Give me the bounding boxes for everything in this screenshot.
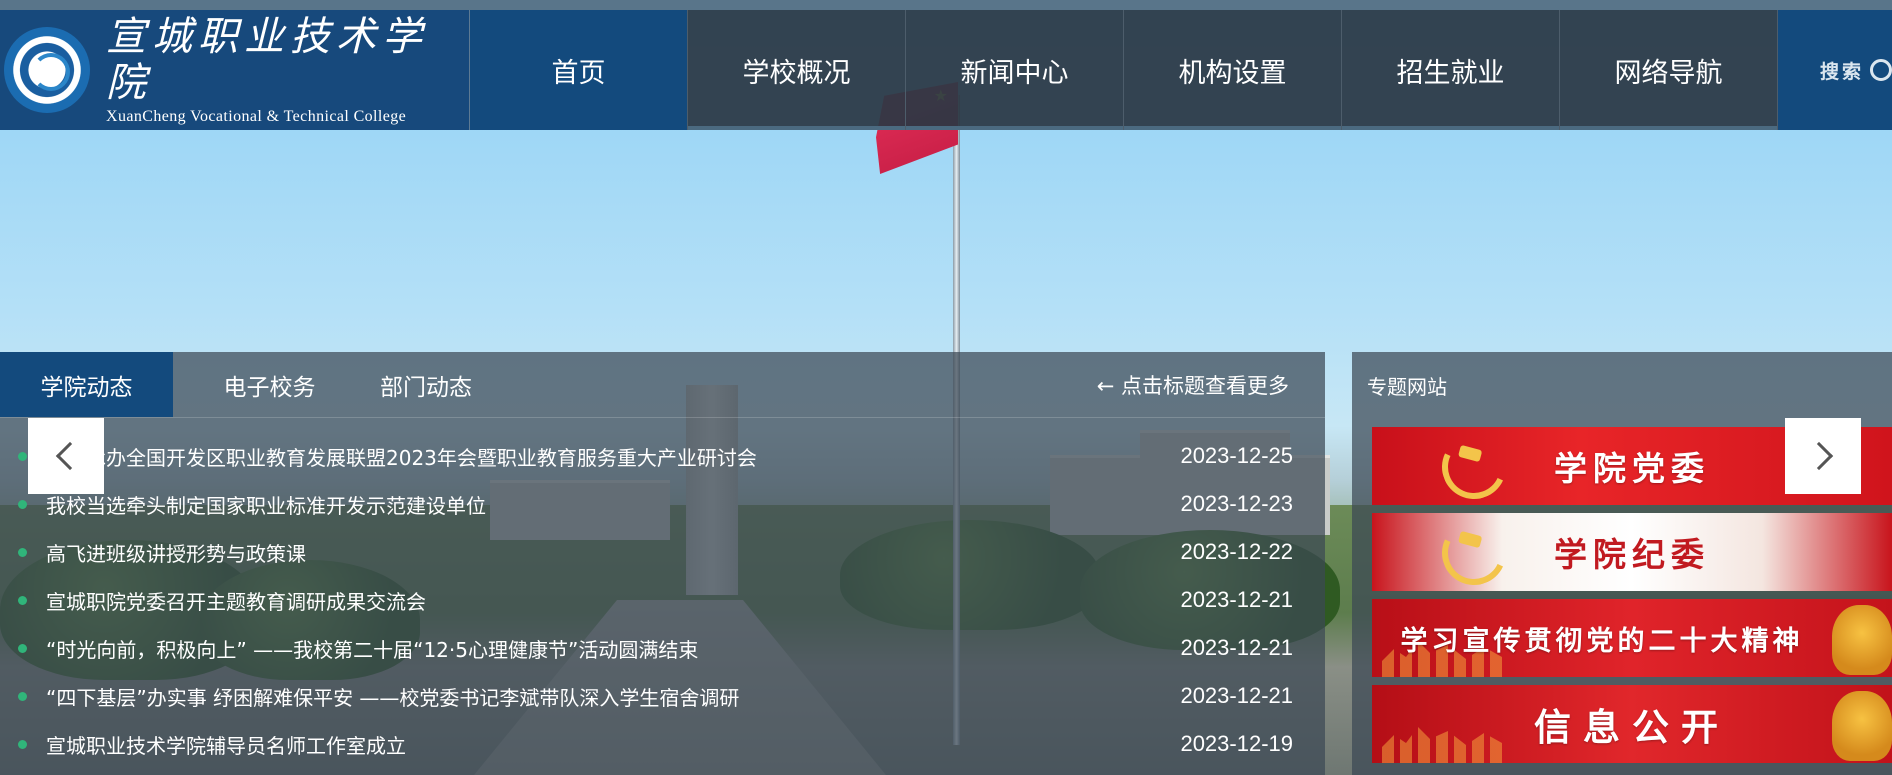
- news-date: 2023-12-22: [1180, 539, 1293, 564]
- more-hint: ← 点击标题查看更多: [1096, 373, 1289, 398]
- news-title[interactable]: 我校承办全国开发区职业教育发展联盟2023年会暨职业教育服务重大产业研讨会: [46, 442, 1160, 471]
- news-title[interactable]: 高飞进班级讲授形势与政策课: [46, 538, 1160, 567]
- nav-news-center[interactable]: 新闻中心: [906, 10, 1124, 130]
- main-nav: 首页 学校概况 新闻中心 机构设置 招生就业 网络导航: [470, 10, 1778, 130]
- carousel-next-button[interactable]: [1785, 418, 1861, 494]
- banner-information-disclosure[interactable]: 信息公开: [1372, 685, 1892, 763]
- tab-e-affairs[interactable]: 电子校务: [173, 352, 366, 417]
- banner-label: 学习宣传贯彻党的二十大精神: [1400, 625, 1804, 657]
- banner-college-discipline-committee[interactable]: 学院纪委: [1372, 513, 1892, 591]
- top-strip: [0, 0, 1892, 10]
- topic-panel: 专题网站 学院党委 学院纪委 学习宣传贯彻党的二十大精神 信息公开: [1352, 352, 1892, 775]
- banner-label: 学院党委: [1554, 449, 1710, 488]
- bullet-icon: [18, 740, 27, 749]
- nav-school-overview[interactable]: 学校概况: [688, 10, 906, 130]
- chevron-left-icon: [55, 441, 85, 471]
- nav-admissions-employment[interactable]: 招生就业: [1342, 10, 1560, 130]
- bullet-icon: [18, 548, 27, 557]
- logo-text: 宣城职业技术学院 XuanCheng Vocational & Technica…: [106, 14, 469, 126]
- topic-panel-title: 专题网站: [1367, 374, 1447, 399]
- search-icon: [1870, 59, 1892, 81]
- news-title[interactable]: 我校当选牵头制定国家职业标准开发示范建设单位: [46, 490, 1160, 519]
- news-item[interactable]: 我校承办全国开发区职业教育发展联盟2023年会暨职业教育服务重大产业研讨会 20…: [0, 432, 1325, 480]
- bullet-icon: [18, 500, 27, 509]
- party-emblem-icon: [1432, 513, 1516, 591]
- news-list: 我校承办全国开发区职业教育发展联盟2023年会暨职业教育服务重大产业研讨会 20…: [0, 418, 1325, 768]
- news-item[interactable]: 宣城职业技术学院辅导员名师工作室成立 2023-12-19: [0, 720, 1325, 768]
- logo[interactable]: 宣城职业技术学院 XuanCheng Vocational & Technica…: [0, 10, 470, 130]
- news-item[interactable]: 我校当选牵头制定国家职业标准开发示范建设单位 2023-12-23: [0, 480, 1325, 528]
- bullet-icon: [18, 596, 27, 605]
- logo-english-name: XuanCheng Vocational & Technical College: [106, 108, 407, 125]
- news-item[interactable]: 高飞进班级讲授形势与政策课 2023-12-22: [0, 528, 1325, 576]
- bullet-icon: [18, 452, 27, 461]
- news-date: 2023-12-21: [1180, 587, 1293, 612]
- news-item[interactable]: “四下基层”办实事 纾困解难保平安 ——校党委书记李斌带队深入学生宿舍调研 20…: [0, 672, 1325, 720]
- college-emblem-icon: [4, 27, 90, 113]
- news-date: 2023-12-25: [1180, 443, 1293, 468]
- news-title[interactable]: “四下基层”办实事 纾困解难保平安 ——校党委书记李斌带队深入学生宿舍调研: [46, 682, 1160, 711]
- site-header: 宣城职业技术学院 XuanCheng Vocational & Technica…: [0, 10, 1892, 130]
- news-item[interactable]: “时光向前，积极向上” ——我校第二十届“12·5心理健康节”活动圆满结束 20…: [0, 624, 1325, 672]
- carousel-prev-button[interactable]: [28, 418, 104, 494]
- news-date: 2023-12-21: [1180, 683, 1293, 708]
- lion-icon: [1832, 691, 1892, 761]
- banner-twentieth-congress-spirit[interactable]: 学习宣传贯彻党的二十大精神: [1372, 599, 1892, 677]
- tab-department-news[interactable]: 部门动态: [366, 352, 486, 417]
- city-skyline-icon: [1382, 727, 1502, 763]
- tab-college-news[interactable]: 学院动态: [0, 352, 173, 417]
- news-item[interactable]: 宣城职院党委召开主题教育调研成果交流会 2023-12-21: [0, 576, 1325, 624]
- news-panel: 学院动态 电子校务 部门动态 ← 点击标题查看更多 我校承办全国开发区职业教育发…: [0, 352, 1325, 775]
- bullet-icon: [18, 644, 27, 653]
- nav-home[interactable]: 首页: [470, 10, 688, 130]
- news-title[interactable]: 宣城职院党委召开主题教育调研成果交流会: [46, 586, 1160, 615]
- news-date: 2023-12-23: [1180, 491, 1293, 516]
- news-title[interactable]: “时光向前，积极向上” ——我校第二十届“12·5心理健康节”活动圆满结束: [46, 634, 1160, 663]
- news-tabs: 学院动态 电子校务 部门动态 ← 点击标题查看更多: [0, 352, 1325, 418]
- chevron-right-icon: [1804, 441, 1834, 471]
- news-date: 2023-12-19: [1180, 731, 1293, 756]
- nav-departments[interactable]: 机构设置: [1124, 10, 1342, 130]
- lion-icon: [1832, 605, 1892, 675]
- news-date: 2023-12-21: [1180, 635, 1293, 660]
- logo-chinese-name: 宣城职业技术学院: [106, 14, 428, 106]
- party-emblem-icon: [1432, 427, 1516, 505]
- bullet-icon: [18, 692, 27, 701]
- banner-label: 学院纪委: [1554, 535, 1710, 574]
- banner-label: 信息公开: [1534, 705, 1730, 749]
- nav-web-navigation[interactable]: 网络导航: [1560, 10, 1778, 130]
- news-title[interactable]: 宣城职业技术学院辅导员名师工作室成立: [46, 730, 1160, 759]
- search-button[interactable]: 搜索: [1778, 10, 1892, 130]
- search-label: 搜索: [1820, 60, 1865, 83]
